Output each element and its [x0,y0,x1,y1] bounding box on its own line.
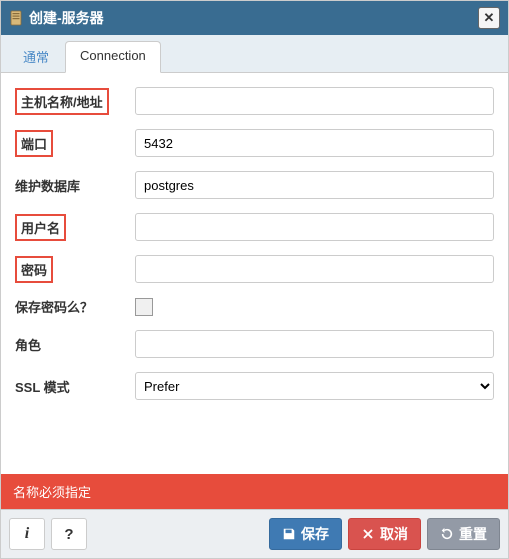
row-sslmode: SSL 模式 Prefer [15,372,494,400]
help-button[interactable]: ? [51,518,87,550]
label-port: 端口 [15,130,53,157]
help-icon: ? [64,526,73,543]
input-hostname[interactable] [135,87,494,115]
tab-connection[interactable]: Connection [65,41,161,73]
server-icon [9,10,23,26]
row-role: 角色 [15,330,494,358]
save-button[interactable]: 保存 [269,518,342,550]
form-content: 主机名称/地址 端口 维护数据库 用户名 密码 保存密码么？ 角色 [1,73,508,474]
info-icon: i [25,525,29,543]
dialog-title: 创建-服务器 [29,8,104,28]
tab-general[interactable]: 通常 [9,41,63,72]
row-username: 用户名 [15,213,494,241]
row-hostname: 主机名称/地址 [15,87,494,115]
cancel-icon [361,527,375,541]
label-password: 密码 [15,256,53,283]
save-label: 保存 [301,524,329,544]
titlebar-left: 创建-服务器 [9,8,104,28]
close-icon: ✕ [484,10,495,26]
titlebar: 创建-服务器 ✕ [1,1,508,35]
row-maintdb: 维护数据库 [15,171,494,199]
select-sslmode[interactable]: Prefer [135,372,494,400]
row-password: 密码 [15,255,494,283]
save-icon [282,527,296,541]
close-button[interactable]: ✕ [478,7,500,29]
cancel-button[interactable]: 取消 [348,518,421,550]
reset-icon [440,527,454,541]
create-server-dialog: 创建-服务器 ✕ 通常 Connection 主机名称/地址 端口 维护数据库 … [0,0,509,559]
reset-button[interactable]: 重置 [427,518,500,550]
checkbox-savepwd[interactable] [135,298,153,316]
label-sslmode: SSL 模式 [15,380,70,395]
input-port[interactable] [135,129,494,157]
input-username[interactable] [135,213,494,241]
error-message: 名称必须指定 [13,485,91,500]
input-role[interactable] [135,330,494,358]
button-bar-left: i ? [9,518,87,550]
row-port: 端口 [15,129,494,157]
button-bar-right: 保存 取消 重置 [269,518,500,550]
label-savepwd: 保存密码么？ [15,300,93,315]
info-button[interactable]: i [9,518,45,550]
reset-label: 重置 [459,524,487,544]
tabs: 通常 Connection [1,35,508,73]
label-username: 用户名 [15,214,66,241]
cancel-label: 取消 [380,524,408,544]
label-maintdb: 维护数据库 [15,179,80,194]
label-hostname: 主机名称/地址 [15,88,109,115]
error-bar: 名称必须指定 [1,474,508,509]
input-password[interactable] [135,255,494,283]
label-role: 角色 [15,338,41,353]
button-bar: i ? 保存 取消 [1,509,508,558]
input-maintdb[interactable] [135,171,494,199]
row-savepwd: 保存密码么？ [15,297,494,316]
